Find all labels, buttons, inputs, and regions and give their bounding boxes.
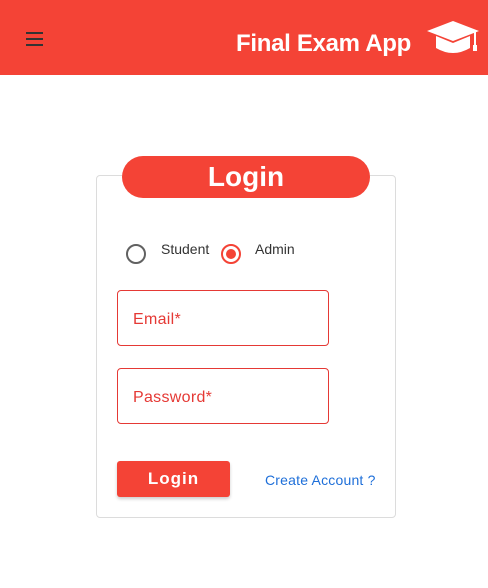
- graduation-cap-icon: [427, 21, 479, 53]
- menu-icon-bar: [26, 38, 43, 40]
- app-bar: Final Exam App: [0, 0, 488, 75]
- menu-icon[interactable]: [24, 30, 46, 48]
- email-field[interactable]: Email*: [117, 290, 329, 346]
- email-placeholder: Email*: [133, 311, 182, 328]
- admin-radio-label: Admin: [255, 241, 295, 257]
- login-heading: Login: [122, 156, 370, 198]
- login-button[interactable]: Login: [117, 461, 230, 497]
- student-radio-label: Student: [161, 241, 210, 257]
- create-account-link[interactable]: Create Account ?: [265, 472, 376, 488]
- admin-radio[interactable]: [221, 244, 241, 264]
- password-field[interactable]: Password*: [117, 368, 329, 424]
- student-radio[interactable]: [126, 244, 146, 264]
- menu-icon-bar: [26, 44, 43, 46]
- app-title: Final Exam App: [236, 30, 411, 57]
- password-placeholder: Password*: [133, 389, 213, 406]
- menu-icon-bar: [26, 32, 43, 34]
